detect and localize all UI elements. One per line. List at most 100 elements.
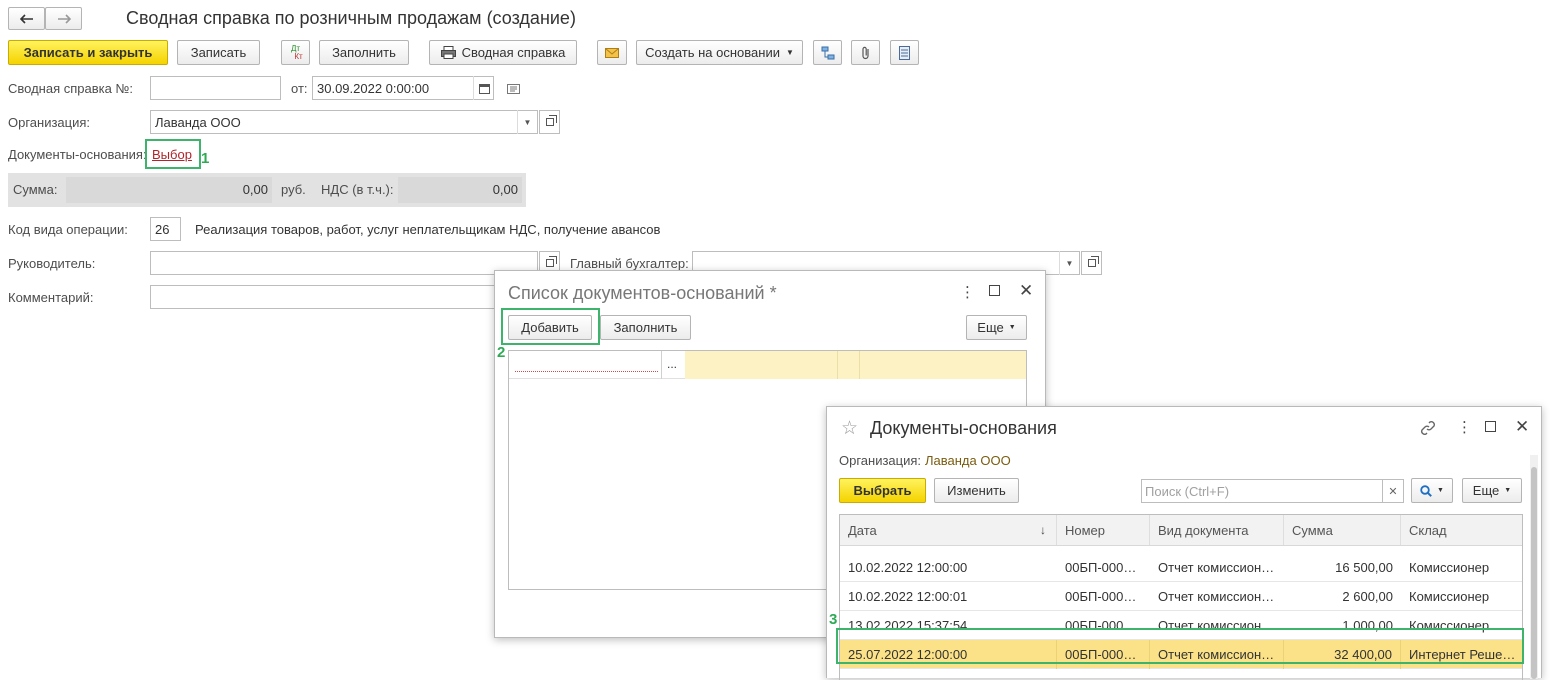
- select-dialog-title: Документы-основания: [870, 418, 1057, 438]
- base-docs-label: Документы-основания:: [8, 147, 147, 162]
- col-type[interactable]: Вид документа: [1150, 515, 1284, 545]
- more-vertical-icon[interactable]: ⋮: [960, 283, 975, 301]
- open-icon: [545, 115, 557, 126]
- calendar-button[interactable]: [473, 76, 494, 100]
- printer-icon: [440, 46, 456, 59]
- row-type: Отчет комиссион…: [1158, 589, 1275, 604]
- select-org-value: Лаванда ООО: [925, 453, 1011, 468]
- list-fill-button[interactable]: Заполнить: [600, 315, 691, 340]
- list-cell-ellipsis[interactable]: ...: [667, 357, 677, 371]
- table-row[interactable]: 10.02.2022 12:00:01 00БП-000… Отчет коми…: [840, 582, 1522, 611]
- row-sum: 2 600,00: [1342, 589, 1393, 604]
- open-icon: [545, 256, 557, 267]
- row-number: 00БП-000…: [1065, 589, 1137, 604]
- dtkt-button[interactable]: Дт Кт: [281, 40, 310, 65]
- arrow-right-icon: [57, 13, 71, 24]
- highlight-box-2: [501, 308, 600, 345]
- list-dialog-title: Список документов-оснований *: [508, 283, 777, 303]
- select-more-button[interactable]: Еще ▼: [1462, 478, 1522, 503]
- table-row[interactable]: 10.02.2022 12:00:00 00БП-000… Отчет коми…: [840, 553, 1522, 582]
- currency-label: руб.: [281, 182, 306, 197]
- sort-down-icon: ↓: [1040, 523, 1046, 537]
- maximize-icon[interactable]: [989, 285, 1000, 296]
- col-store[interactable]: Склад: [1401, 515, 1522, 545]
- head-field[interactable]: [150, 251, 538, 275]
- chief-acc-dropdown[interactable]: ▼: [1059, 251, 1079, 275]
- summary-ref-button[interactable]: Сводная справка: [429, 40, 577, 65]
- arrow-left-icon: [19, 13, 33, 24]
- highlight-box-1: [145, 139, 201, 169]
- save-button[interactable]: Записать: [177, 40, 260, 65]
- structure-button[interactable]: [813, 40, 842, 65]
- vat-label: НДС (в т.ч.):: [321, 182, 394, 197]
- comment-label: Комментарий:: [8, 290, 94, 305]
- report-button[interactable]: [890, 40, 919, 65]
- list-cell-yellow: [685, 351, 1026, 379]
- search-icon: [1420, 484, 1432, 497]
- op-code-desc: Реализация товаров, работ, услуг неплате…: [195, 222, 661, 237]
- list-cell-doc[interactable]: [509, 351, 662, 379]
- date-field[interactable]: 30.09.2022 0:00:00: [312, 76, 494, 100]
- chief-acc-label: Главный бухгалтер:: [570, 256, 689, 271]
- choose-button[interactable]: Выбрать: [839, 478, 926, 503]
- op-code-field[interactable]: 26: [150, 217, 181, 241]
- envelope-icon: [605, 47, 619, 58]
- create-based-on-label: Создать на основании: [645, 45, 780, 60]
- link-icon[interactable]: [1420, 420, 1436, 436]
- chief-acc-open-button[interactable]: [1081, 251, 1102, 275]
- row-store: Комиссионер: [1409, 560, 1490, 575]
- page-title: Сводная справка по розничным продажам (с…: [126, 8, 576, 28]
- list-more-label: Еще: [977, 320, 1004, 335]
- comment-field[interactable]: [150, 285, 538, 309]
- list-icon: [899, 45, 910, 60]
- col-date[interactable]: Дата ↓: [840, 515, 1057, 545]
- org-field[interactable]: Лаванда ООО: [150, 110, 538, 134]
- close-icon[interactable]: ✕: [1019, 281, 1033, 301]
- select-org-label: Организация:: [839, 453, 922, 468]
- number-label: Сводная справка №:: [8, 81, 134, 96]
- search-placeholder: Поиск (Ctrl+F): [1145, 483, 1230, 499]
- op-code-value: 26: [155, 221, 170, 237]
- hierarchy-icon: [821, 46, 834, 59]
- edit-button[interactable]: Изменить: [934, 478, 1019, 503]
- vat-value: 0,00: [492, 182, 518, 197]
- col-sum[interactable]: Сумма: [1284, 515, 1401, 545]
- mail-button[interactable]: [597, 40, 627, 65]
- marker-3: 3: [829, 611, 838, 628]
- select-more-label: Еще: [1472, 483, 1500, 498]
- scrollbar-thumb[interactable]: [1531, 467, 1537, 679]
- scrollbar[interactable]: [1530, 455, 1538, 679]
- list-table-row[interactable]: ...: [509, 351, 1026, 379]
- maximize-icon[interactable]: [1485, 421, 1496, 432]
- calendar-icon: [478, 83, 490, 94]
- sum-value: 0,00: [242, 182, 268, 197]
- chevron-down-icon: ▼: [1437, 487, 1444, 494]
- date-value: 30.09.2022 0:00:00: [317, 80, 430, 96]
- list-cell-sep-1: [837, 351, 838, 379]
- back-button[interactable]: [8, 7, 45, 30]
- number-field[interactable]: [150, 76, 281, 100]
- org-dropdown[interactable]: ▼: [517, 110, 537, 134]
- org-open-button[interactable]: [539, 110, 560, 134]
- search-input[interactable]: Поиск (Ctrl+F): [1141, 479, 1383, 503]
- fill-button[interactable]: Заполнить: [319, 40, 409, 65]
- create-based-on-button[interactable]: Создать на основании ▼: [636, 40, 803, 65]
- comment-icon[interactable]: [507, 84, 520, 94]
- chevron-down-icon: ▼: [1504, 487, 1512, 494]
- list-more-button[interactable]: Еще ▼: [966, 315, 1027, 340]
- forward-button[interactable]: [45, 7, 82, 30]
- sum-label: Сумма:: [13, 182, 58, 197]
- marker-2: 2: [497, 344, 506, 361]
- attach-button[interactable]: [851, 40, 880, 65]
- row-number: 00БП-000…: [1065, 560, 1137, 575]
- close-icon[interactable]: ✕: [1515, 417, 1529, 437]
- more-vertical-icon[interactable]: ⋮: [1457, 418, 1472, 436]
- row-date: 10.02.2022 12:00:01: [848, 589, 968, 604]
- search-button[interactable]: ▼: [1411, 478, 1453, 503]
- org-label: Организация:: [8, 115, 91, 130]
- col-number[interactable]: Номер: [1057, 515, 1150, 545]
- save-close-button[interactable]: Записать и закрыть: [8, 40, 168, 65]
- marker-1: 1: [201, 150, 210, 167]
- star-icon[interactable]: ☆: [841, 417, 858, 440]
- search-clear-button[interactable]: ✕: [1382, 479, 1404, 503]
